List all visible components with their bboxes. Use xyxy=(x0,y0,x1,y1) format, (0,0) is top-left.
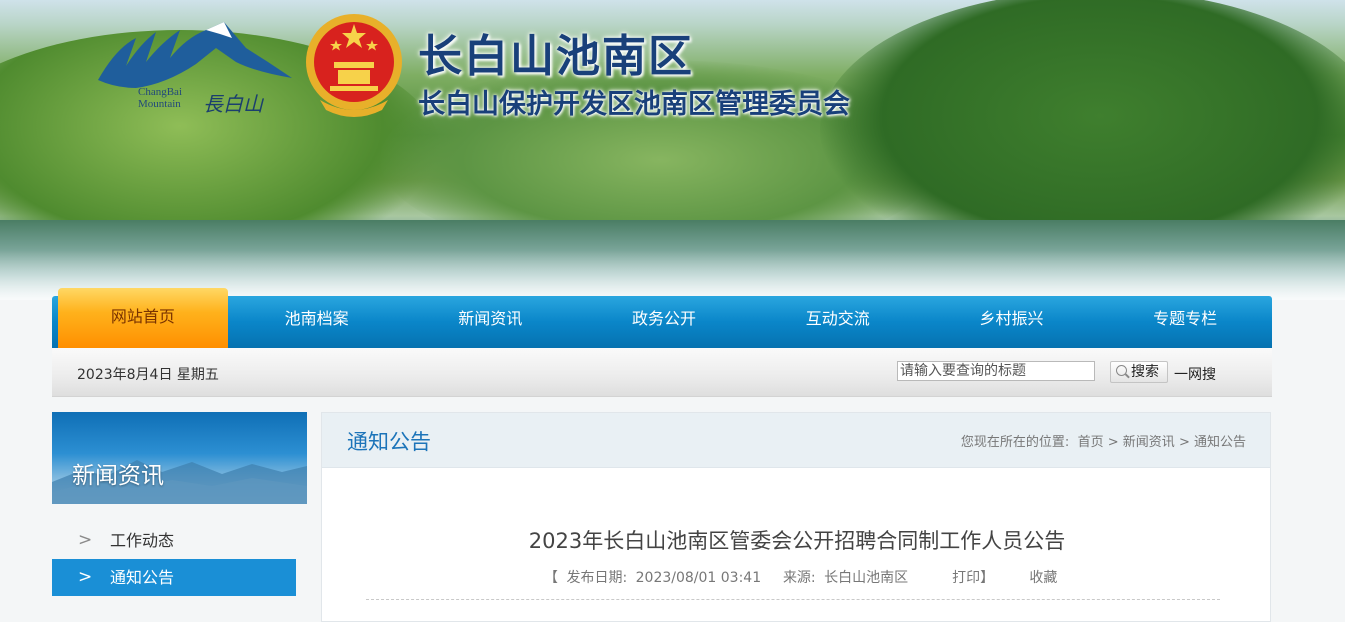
header-banner: ChangBai Mountain 長白山 长白山池南区 长白山保护开发区池南区… xyxy=(0,0,1345,300)
info-bar: 2023年8月4日 星期五 搜索 一网搜 xyxy=(52,348,1272,397)
breadcrumb-separator: > xyxy=(1178,435,1190,450)
content-header: 通知公告 您现在所在的位置: 首页 > 新闻资讯 > 通知公告 xyxy=(322,413,1270,468)
nav-item-interaction[interactable]: 互动交流 xyxy=(751,296,925,348)
breadcrumb-separator: > xyxy=(1107,435,1119,450)
search-button-label: 搜索 xyxy=(1131,364,1159,380)
nav-item-government-affairs[interactable]: 政务公开 xyxy=(577,296,751,348)
nav-item-rural-revitalization[interactable]: 乡村振兴 xyxy=(925,296,1099,348)
nav-item-news[interactable]: 新闻资讯 xyxy=(403,296,577,348)
search-button[interactable]: 搜索 xyxy=(1110,361,1168,383)
nav-item-archive[interactable]: 池南档案 xyxy=(230,296,404,348)
sidebar-item-label: 工作动态 xyxy=(110,531,175,550)
national-emblem-icon xyxy=(306,14,402,117)
breadcrumb: 您现在所在的位置: 首页 > 新闻资讯 > 通知公告 xyxy=(961,431,1246,450)
meta-open-bracket: 【 xyxy=(544,570,558,586)
article-title: 2023年长白山池南区管委会公开招聘合同制工作人员公告 xyxy=(528,529,1066,553)
main-nav: 网站首页 池南档案 新闻资讯 政务公开 互动交流 乡村振兴 专题专栏 xyxy=(52,288,1272,348)
publish-date-label: 发布日期: xyxy=(566,570,628,586)
print-link[interactable]: 打印】 xyxy=(952,570,994,586)
source-value: 长白山池南区 xyxy=(824,570,909,586)
logo-english-text: ChangBai Mountain xyxy=(138,86,182,110)
divider xyxy=(366,599,1220,600)
chevron-right-icon: > xyxy=(78,530,93,550)
breadcrumb-news-link[interactable]: 新闻资讯 xyxy=(1123,435,1175,450)
sidebar-item-label: 通知公告 xyxy=(110,568,175,587)
section-title: 通知公告 xyxy=(347,430,431,454)
site-subtitle: 长白山保护开发区池南区管理委员会 xyxy=(418,89,850,120)
publish-date: 2023/08/01 03:41 xyxy=(635,570,762,586)
favorite-link[interactable]: 收藏 xyxy=(1029,570,1057,586)
sidebar-menu: > 工作动态 > 通知公告 xyxy=(52,522,296,596)
sidebar-item-work-news[interactable]: > 工作动态 xyxy=(52,522,296,559)
source-label: 来源: xyxy=(782,570,816,586)
main-content: 通知公告 您现在所在的位置: 首页 > 新闻资讯 > 通知公告 2023年长白山… xyxy=(321,412,1271,622)
search-icon xyxy=(1116,365,1127,376)
nav-item-home[interactable]: 网站首页 xyxy=(58,288,228,348)
chevron-right-icon: > xyxy=(78,567,93,587)
sidebar-header: 新闻资讯 xyxy=(52,412,307,504)
current-date: 2023年8月4日 星期五 xyxy=(77,367,219,383)
logo-en-line1: ChangBai xyxy=(138,86,182,98)
changbai-mountain-logo-icon xyxy=(98,22,292,88)
search-input[interactable] xyxy=(897,361,1095,381)
site-title: 长白山池南区 xyxy=(418,31,694,82)
breadcrumb-prefix: 您现在所在的位置: xyxy=(960,435,1070,450)
global-search-link[interactable]: 一网搜 xyxy=(1174,364,1216,384)
logo-en-line2: Mountain xyxy=(138,98,181,110)
breadcrumb-home-link[interactable]: 首页 xyxy=(1078,435,1104,450)
sidebar-title: 新闻资讯 xyxy=(72,463,164,489)
nav-item-special-topics[interactable]: 专题专栏 xyxy=(1098,296,1272,348)
article-meta: 【 发布日期: 2023/08/01 03:41 来源: 长白山池南区 打印】 … xyxy=(544,567,1061,587)
breadcrumb-notices-link[interactable]: 通知公告 xyxy=(1194,435,1246,450)
sidebar-item-notices[interactable]: > 通知公告 xyxy=(52,559,296,596)
logo-chinese-text: 長白山 xyxy=(203,92,263,116)
